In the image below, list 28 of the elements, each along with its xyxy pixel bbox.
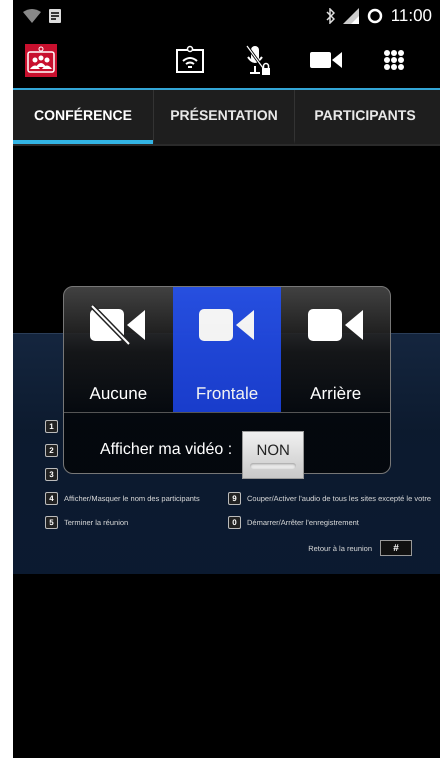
tab[interactable]: CONFÉRENCE	[13, 90, 153, 144]
tab[interactable]: PARTICIPANTS	[294, 90, 435, 144]
notification-icon	[49, 9, 61, 23]
screen-wireless-icon	[173, 45, 207, 75]
dial-pad-icon	[383, 49, 405, 71]
tab[interactable]: PRÉSENTATION	[153, 90, 294, 144]
key-badge: 0	[228, 516, 241, 528]
show-video-label: Afficher ma vidéo :	[100, 441, 232, 459]
video-camera-icon	[310, 50, 342, 70]
camera-option[interactable]: Frontale	[172, 287, 282, 412]
key-badge: 3	[45, 468, 58, 480]
microphone-muted-lock-icon	[245, 44, 271, 76]
wifi-icon	[23, 9, 41, 23]
app-logo	[25, 44, 57, 76]
key-badge: 2	[45, 444, 58, 456]
key-badge: 1	[45, 420, 58, 432]
video-toggle[interactable]: NON	[242, 431, 304, 479]
sync-icon	[366, 8, 383, 24]
key-badge: #	[380, 540, 412, 556]
key-badge: 4	[45, 492, 58, 504]
camera-option[interactable]: Aucune	[64, 287, 173, 412]
key-badge: 5	[45, 516, 58, 528]
clock-time: 11:00	[390, 6, 432, 26]
bluetooth-icon	[326, 8, 335, 24]
video-off-icon	[89, 305, 148, 345]
key-badge: 9	[228, 492, 241, 504]
camera-option[interactable]: Arrière	[281, 287, 390, 412]
signal-icon	[342, 8, 359, 24]
